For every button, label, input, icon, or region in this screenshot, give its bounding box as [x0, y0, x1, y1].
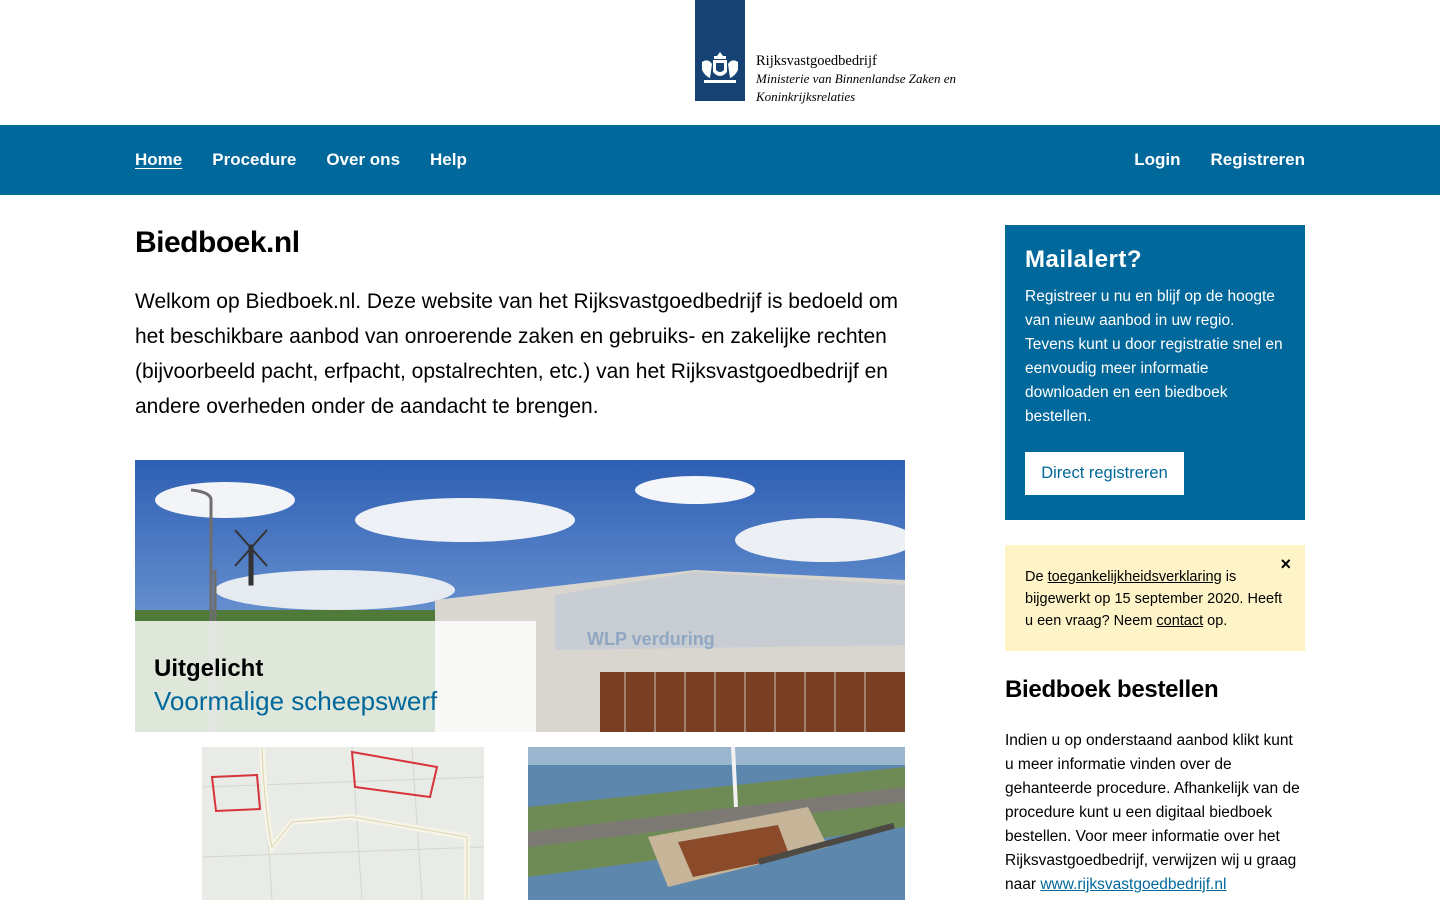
- order-title: Biedboek bestellen: [1005, 676, 1219, 703]
- nav-link-login[interactable]: Login: [1134, 150, 1180, 170]
- coat-of-arms-icon: [702, 52, 738, 83]
- nav-left-group: Home Procedure Over ons Help: [135, 125, 497, 195]
- logo-ribbon[interactable]: [695, 0, 745, 101]
- mailalert-title: Mailalert?: [1025, 246, 1143, 273]
- notice-text: De toegankelijkheidsverklaring is bijgew…: [1025, 566, 1285, 632]
- featured-caption: Uitgelicht Voormalige scheepswerf: [135, 621, 536, 732]
- nav-link-registreren[interactable]: Registreren: [1211, 150, 1305, 170]
- logo-organization: Rijksvastgoedbedrijf: [756, 53, 877, 69]
- site-header: Rijksvastgoedbedrijf Ministerie van Binn…: [0, 0, 1440, 125]
- notice-prefix: De: [1025, 569, 1048, 585]
- notice-close-button[interactable]: ×: [1280, 553, 1291, 575]
- map-thumbnail: [202, 747, 484, 900]
- nav-link-help[interactable]: Help: [430, 150, 467, 170]
- property-card-map[interactable]: [202, 747, 484, 900]
- notice-suffix: op.: [1203, 613, 1228, 629]
- notice-link-contact[interactable]: contact: [1156, 613, 1203, 629]
- aerial-thumbnail: [528, 747, 905, 900]
- order-text: Indien u op onderstaand aanbod klikt kun…: [1005, 729, 1305, 897]
- main-navigation: Home Procedure Over ons Help Login Regis…: [0, 125, 1440, 195]
- featured-sign-text: WLP verduring: [587, 629, 715, 649]
- featured-title[interactable]: Voormalige scheepswerf: [154, 685, 536, 717]
- featured-kicker: Uitgelicht: [154, 655, 264, 682]
- intro-text: Welkom op Biedboek.nl. Deze website van …: [135, 290, 899, 418]
- property-card-aerial[interactable]: [528, 747, 905, 900]
- nav-link-procedure[interactable]: Procedure: [212, 150, 296, 170]
- nav-link-over-ons[interactable]: Over ons: [326, 150, 400, 170]
- featured-property-card[interactable]: WLP verduring Uitgelicht Voormalige sche…: [135, 460, 905, 732]
- notice-link-accessibility[interactable]: toegankelijkheidsverklaring: [1048, 569, 1222, 585]
- nav-link-home[interactable]: Home: [135, 150, 182, 170]
- logo-ministry: Ministerie van Binnenlandse Zaken en Kon…: [756, 71, 957, 104]
- rijksvastgoedbedrijf-link[interactable]: www.rijksvastgoedbedrijf.nl: [1040, 876, 1226, 893]
- mailalert-text: Registreer u nu en blijf op de hoogte va…: [1025, 288, 1283, 425]
- order-text-body: Indien u op onderstaand aanbod klikt kun…: [1005, 732, 1300, 893]
- logo-text[interactable]: Rijksvastgoedbedrijf Ministerie van Binn…: [756, 52, 966, 106]
- mailalert-panel: Mailalert? Registreer u nu en blijf op d…: [1005, 225, 1305, 520]
- nav-right-group: Login Registreren: [1104, 125, 1305, 195]
- page-title: Biedboek.nl: [135, 226, 300, 259]
- direct-registreren-button[interactable]: Direct registreren: [1025, 452, 1184, 495]
- accessibility-notice: × De toegankelijkheidsverklaring is bijg…: [1005, 545, 1305, 651]
